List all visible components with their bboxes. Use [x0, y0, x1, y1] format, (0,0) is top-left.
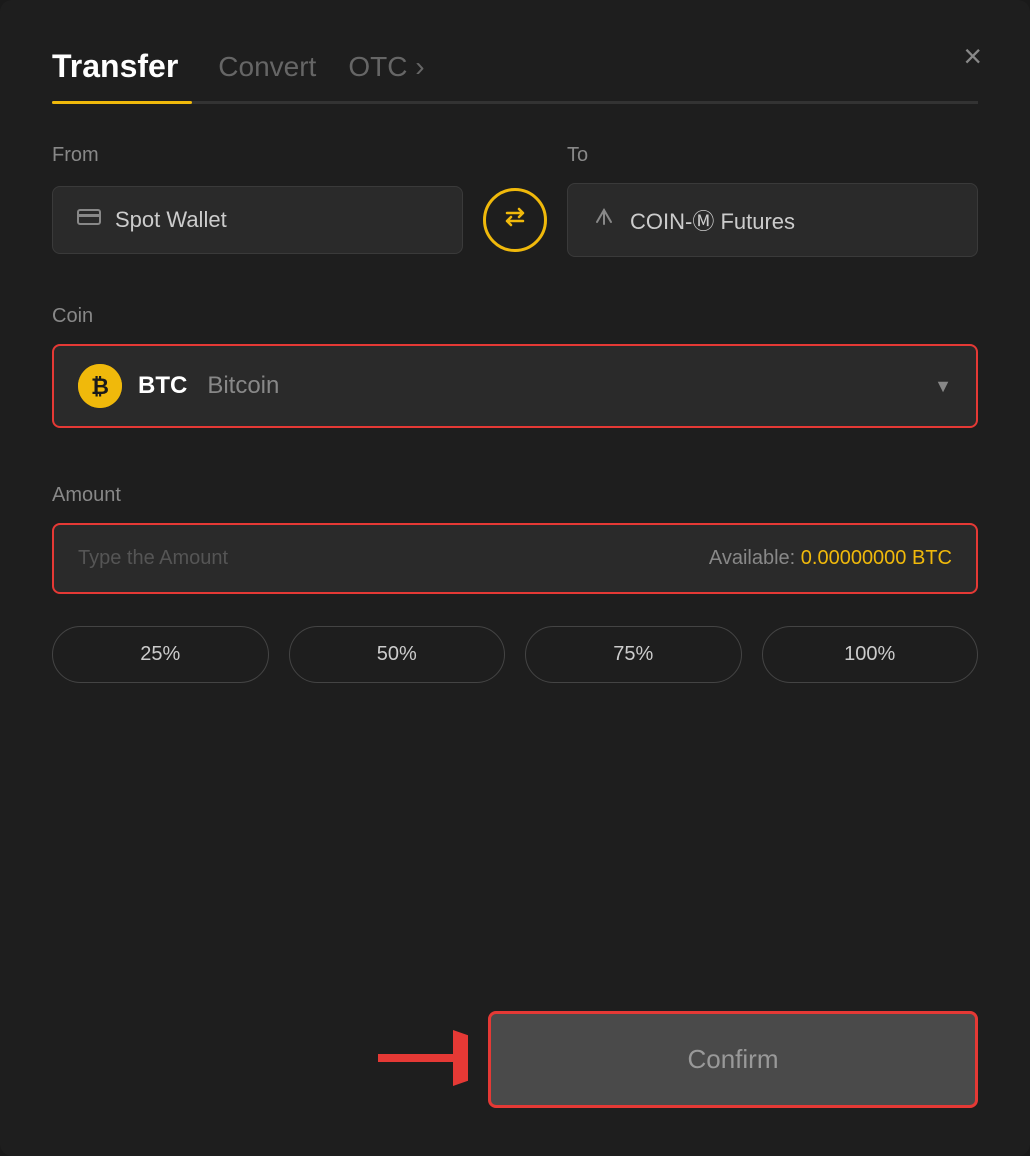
arrow-indicator: [368, 1013, 468, 1108]
amount-section: Amount Type the Amount Available: 0.0000…: [52, 484, 978, 594]
tab-otc[interactable]: OTC ›: [348, 51, 424, 83]
percent-50-button[interactable]: 50%: [289, 626, 506, 683]
amount-placeholder: Type the Amount: [78, 547, 228, 570]
coin-symbol: BTC: [138, 372, 187, 400]
tab-transfer[interactable]: Transfer: [52, 48, 178, 85]
wallet-icon: [77, 207, 101, 233]
to-label: To: [567, 144, 978, 167]
coin-name: Bitcoin: [207, 372, 279, 400]
wallet-row: Spot Wallet COIN-Ⓜ Futures: [52, 183, 978, 257]
modal-header: Transfer Convert OTC › ×: [52, 48, 978, 85]
tab-underline: [52, 101, 978, 104]
to-wallet-box[interactable]: COIN-Ⓜ Futures: [567, 183, 978, 257]
transfer-modal: Transfer Convert OTC › × From To Spot Wa…: [0, 0, 1030, 1156]
percent-25-button[interactable]: 25%: [52, 626, 269, 683]
confirm-button[interactable]: Confirm: [488, 1011, 978, 1108]
amount-label: Amount: [52, 484, 978, 507]
chevron-down-icon: ▼: [934, 376, 952, 397]
amount-box[interactable]: Type the Amount Available: 0.00000000 BT…: [52, 523, 978, 594]
tab-convert[interactable]: Convert: [218, 51, 316, 83]
arrow-svg: [368, 1013, 468, 1103]
from-wallet-label: Spot Wallet: [115, 207, 227, 233]
coin-dropdown[interactable]: ₿ BTC Bitcoin ▼: [52, 344, 978, 428]
swap-icon: [501, 203, 529, 238]
swap-button[interactable]: [483, 188, 547, 252]
labels-row: From To: [52, 144, 978, 167]
futures-icon: [592, 205, 616, 235]
coin-label: Coin: [52, 305, 978, 328]
percent-75-button[interactable]: 75%: [525, 626, 742, 683]
percent-100-button[interactable]: 100%: [762, 626, 979, 683]
percent-row: 25% 50% 75% 100%: [52, 626, 978, 683]
close-button[interactable]: ×: [963, 40, 982, 72]
available-text: Available: 0.00000000 BTC: [709, 547, 952, 570]
svg-text:₿: ₿: [91, 374, 109, 399]
confirm-area: Confirm: [52, 1011, 978, 1108]
from-label: From: [52, 144, 463, 167]
btc-icon: ₿: [78, 364, 122, 408]
coin-section: Coin ₿ BTC Bitcoin ▼: [52, 305, 978, 428]
to-wallet-label: COIN-Ⓜ Futures: [630, 204, 795, 236]
from-wallet-box[interactable]: Spot Wallet: [52, 186, 463, 254]
